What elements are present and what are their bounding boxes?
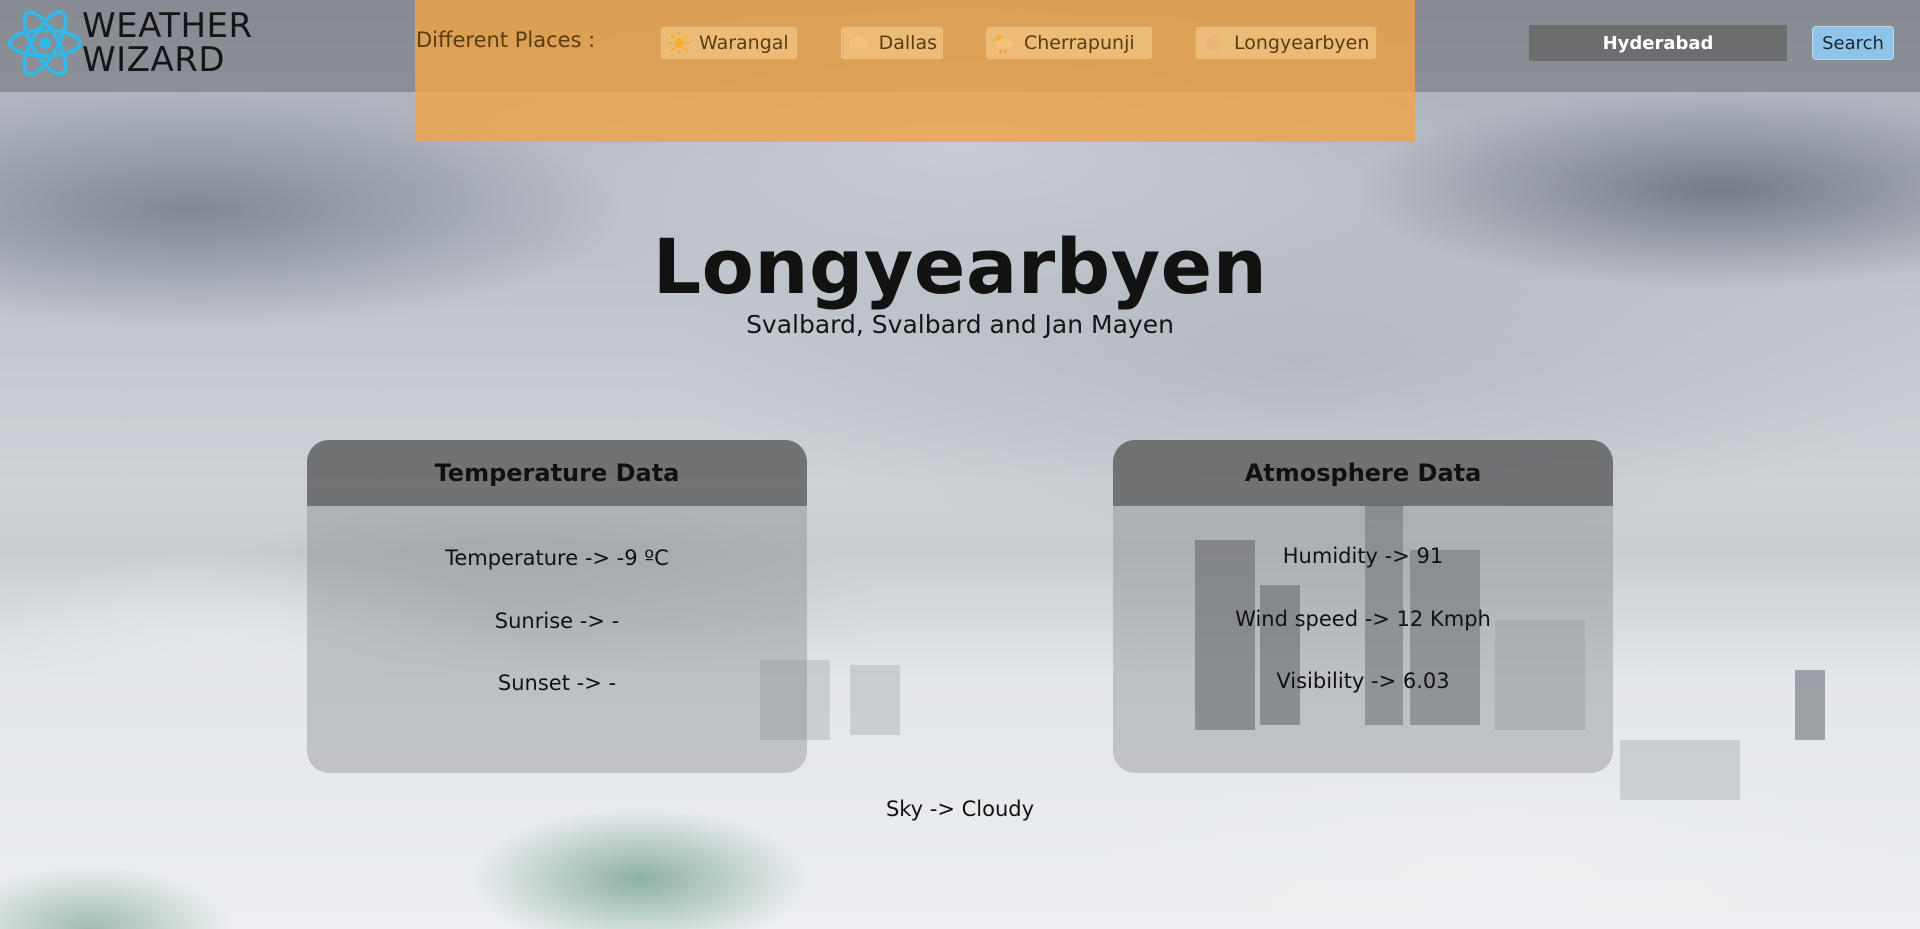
place-button-longyearbyen[interactable]: Longyearbyen xyxy=(1195,26,1377,60)
app-logo[interactable]: WEATHER WIZARD xyxy=(6,6,253,80)
sunrise-value: Sunrise -> - xyxy=(494,609,620,633)
cloud-icon xyxy=(848,36,869,49)
rain-cloud-icon xyxy=(995,35,1014,54)
background-building xyxy=(1795,670,1825,740)
header-bar: WEATHER WIZARD Different Places : Warang… xyxy=(0,0,1920,142)
places-label: Different Places : xyxy=(416,28,596,52)
temperature-card: Temperature Data Temperature -> -9 ºC Su… xyxy=(307,440,807,773)
visibility-value: Visibility -> 6.03 xyxy=(1276,669,1450,693)
temperature-card-body: Temperature -> -9 ºC Sunrise -> - Sunset… xyxy=(307,506,807,773)
place-label: Warangal xyxy=(699,32,789,54)
place-button-cherrapunji[interactable]: Cherrapunji xyxy=(985,26,1153,60)
wind-speed-value: Wind speed -> 12 Kmph xyxy=(1235,607,1491,631)
humidity-value: Humidity -> 91 xyxy=(1282,544,1444,568)
temperature-card-title: Temperature Data xyxy=(307,440,807,506)
place-button-warangal[interactable]: Warangal xyxy=(660,26,798,60)
places-panel xyxy=(415,0,1415,142)
app-name-line1: WEATHER xyxy=(82,6,253,46)
place-label: Dallas xyxy=(878,32,937,54)
background-building xyxy=(1620,740,1740,800)
app-name-line2: WIZARD xyxy=(82,40,226,80)
city-search-input[interactable] xyxy=(1529,25,1787,61)
atmosphere-card-body: Humidity -> 91 Wind speed -> 12 Kmph Vis… xyxy=(1113,506,1613,773)
sky-condition: Sky -> Cloudy xyxy=(885,797,1035,821)
place-label: Cherrapunji xyxy=(1024,32,1135,54)
snow-icon xyxy=(1206,35,1222,51)
city-name: Longyearbyen xyxy=(652,222,1268,311)
search-button[interactable]: Search xyxy=(1812,26,1894,60)
region-name: Svalbard, Svalbard and Jan Mayen xyxy=(746,310,1174,339)
atom-logo-icon xyxy=(8,10,82,76)
place-button-dallas[interactable]: Dallas xyxy=(840,26,944,60)
sun-icon xyxy=(668,32,690,54)
atmosphere-card: Atmosphere Data Humidity -> 91 Wind spee… xyxy=(1113,440,1613,773)
place-label: Longyearbyen xyxy=(1234,32,1370,54)
temperature-value: Temperature -> -9 ºC xyxy=(445,546,669,570)
background-building xyxy=(850,665,900,735)
snowy-town-background xyxy=(0,549,1920,929)
sunset-value: Sunset -> - xyxy=(497,671,617,695)
app-name: WEATHER WIZARD xyxy=(82,9,253,77)
atmosphere-card-title: Atmosphere Data xyxy=(1113,440,1613,506)
